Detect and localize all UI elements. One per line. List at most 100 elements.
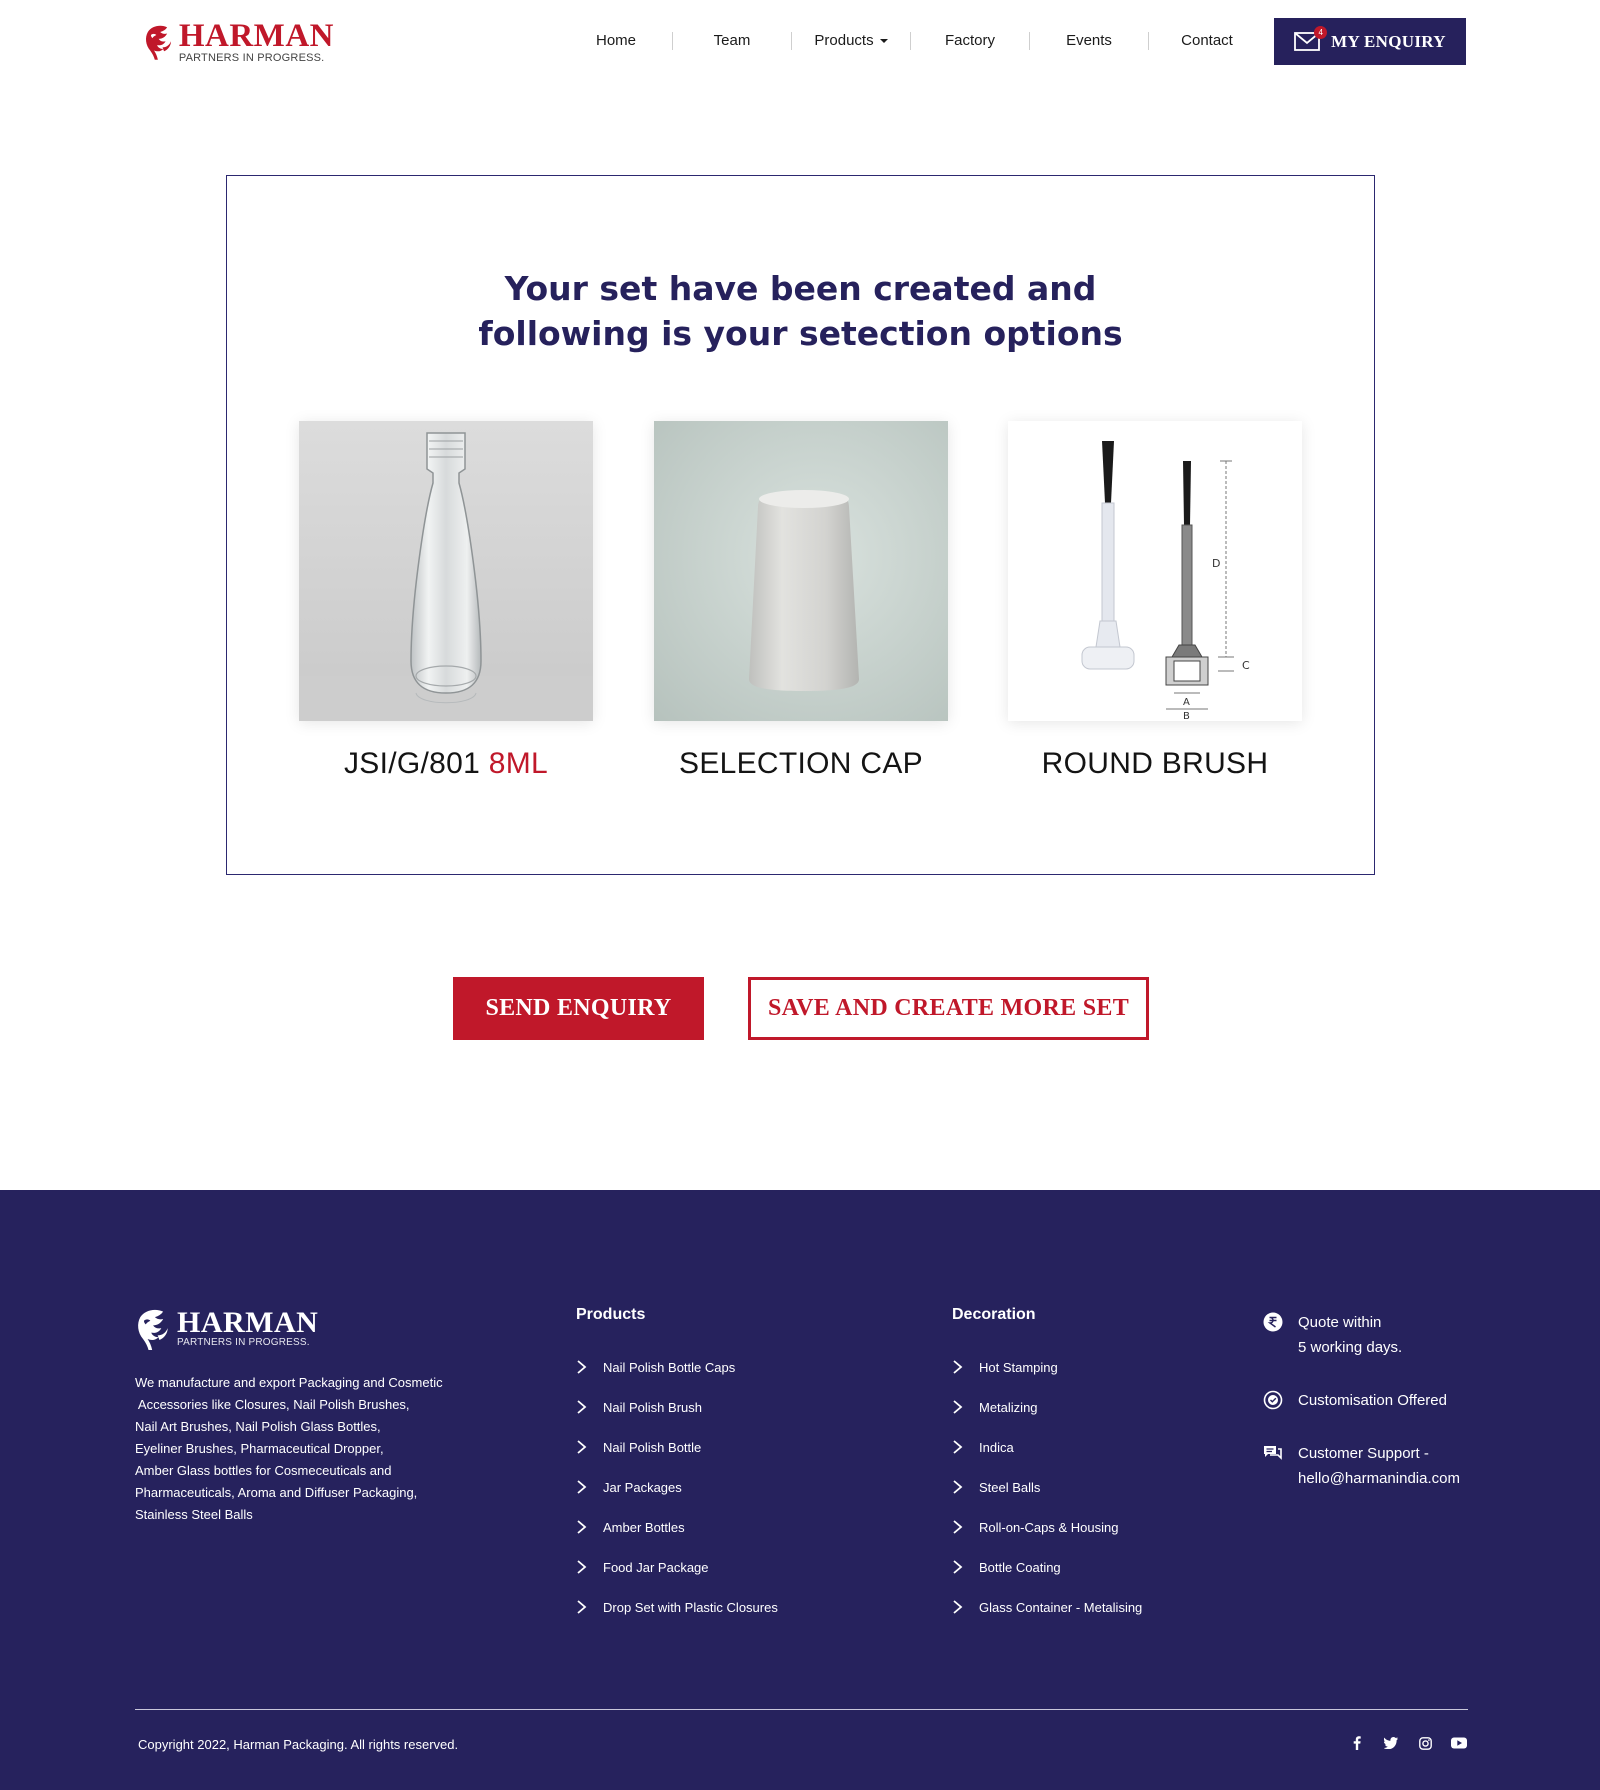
footer-link[interactable]: Steel Balls — [952, 1467, 1142, 1507]
cap-label: SELECTION CAP — [654, 747, 948, 781]
badge-icon — [1263, 1390, 1283, 1410]
footer-link[interactable]: Bottle Coating — [952, 1547, 1142, 1587]
footer-logo-name: HARMAN — [177, 1306, 319, 1339]
dimension-a-label: A — [1183, 697, 1190, 708]
nav-factory-label: Factory — [944, 32, 995, 49]
footer-decoration-heading: Decoration — [952, 1306, 1036, 1323]
footer-products-column: Products Nail Polish Bottle Caps Nail Po… — [576, 1306, 778, 1627]
nav-team[interactable]: Team — [673, 26, 791, 56]
nav-events-label: Events — [1066, 32, 1112, 49]
about-line: We manufacture and export Packaging and … — [135, 1375, 443, 1390]
youtube-icon[interactable] — [1451, 1735, 1467, 1751]
footer-link[interactable]: Roll-on-Caps & Housing — [952, 1507, 1142, 1547]
instagram-icon[interactable] — [1417, 1735, 1433, 1751]
footer-link-label: Roll-on-Caps & Housing — [979, 1519, 1119, 1535]
caret-down-icon — [879, 39, 888, 44]
footer-link[interactable]: Metalizing — [952, 1387, 1142, 1427]
bottle-code: JSI/G/801 — [343, 747, 481, 780]
my-enquiry-button[interactable]: 4 MY ENQUIRY — [1274, 18, 1466, 65]
footer-link-label: Bottle Coating — [979, 1559, 1061, 1575]
footer-logo[interactable]: HARMAN PARTNERS IN PROGRESS. — [135, 1308, 318, 1350]
nav-team-label: Team — [713, 32, 751, 49]
chat-icon — [1264, 1446, 1282, 1460]
footer-link[interactable]: Food Jar Package — [576, 1547, 778, 1587]
nav-home-label: Home — [595, 32, 636, 49]
nav-products-label: Products — [814, 32, 874, 49]
social-links — [1349, 1735, 1467, 1751]
main-nav: Home Team Products Factory Events Contac… — [560, 26, 1265, 56]
bottle-size: 8ML — [488, 747, 548, 780]
chevron-right-icon — [953, 1440, 963, 1454]
envelope-icon-wrap: 4 — [1294, 25, 1328, 53]
footer-link[interactable]: Glass Container - Metalising — [952, 1587, 1142, 1627]
send-enquiry-button[interactable]: SEND ENQUIRY — [453, 977, 704, 1040]
chevron-right-icon — [577, 1520, 587, 1534]
chevron-right-icon — [577, 1400, 587, 1414]
footer-link-label: Drop Set with Plastic Closures — [603, 1599, 778, 1615]
harman-logo[interactable]: HARMAN PARTNERS IN PROGRESS. — [144, 18, 334, 66]
footer-link-label: Indica — [979, 1439, 1014, 1455]
nav-contact-label: Contact — [1181, 32, 1233, 49]
lion-logo-icon — [146, 25, 171, 60]
nav-products[interactable]: Products — [792, 26, 910, 56]
about-line: Amber Glass bottles for Cosmeceuticals a… — [135, 1463, 392, 1478]
about-line: Stainless Steel Balls — [135, 1507, 253, 1522]
about-line: Accessories like Closures, Nail Polish B… — [135, 1397, 410, 1412]
footer-link-label: Nail Polish Bottle Caps — [603, 1359, 736, 1375]
nav-contact[interactable]: Contact — [1149, 26, 1265, 56]
site-footer: HARMAN PARTNERS IN PROGRESS. We manufact… — [0, 1190, 1600, 1790]
selected-bottle-card: JSI/G/801 8ML — [299, 421, 593, 781]
chevron-right-icon — [577, 1480, 587, 1494]
footer-link[interactable]: Hot Stamping — [952, 1347, 1142, 1387]
footer-link[interactable]: Drop Set with Plastic Closures — [576, 1587, 778, 1627]
my-enquiry-label: MY ENQUIRY — [1331, 31, 1446, 51]
about-line: Nail Art Brushes, Nail Polish Glass Bott… — [135, 1419, 381, 1434]
support-info-line1: Customer Support - — [1298, 1445, 1429, 1462]
chevron-right-icon — [577, 1360, 587, 1374]
selection-summary-box: Your set have been created and following… — [226, 175, 1375, 875]
footer-link[interactable]: Jar Packages — [576, 1467, 778, 1507]
dimension-c-label: C — [1242, 659, 1250, 672]
selected-brush-card: D C A B ROUND BRUSH — [1008, 421, 1302, 781]
chevron-right-icon — [953, 1360, 963, 1374]
twitter-icon[interactable] — [1383, 1735, 1399, 1751]
enquiry-count-badge: 4 — [1314, 25, 1328, 39]
chevron-right-icon — [577, 1560, 587, 1574]
brush-diagram-image: D C A B — [1008, 421, 1302, 721]
chevron-right-icon — [953, 1400, 963, 1414]
lion-logo-icon — [138, 1309, 168, 1350]
footer-link[interactable]: Nail Polish Brush — [576, 1387, 778, 1427]
footer-link-label: Amber Bottles — [603, 1519, 685, 1535]
nav-factory[interactable]: Factory — [911, 26, 1029, 56]
cap-image — [654, 421, 948, 721]
nav-events[interactable]: Events — [1030, 26, 1148, 56]
save-and-create-more-set-button[interactable]: SAVE AND CREATE MORE SET — [748, 977, 1149, 1040]
facebook-icon[interactable] — [1349, 1735, 1365, 1751]
footer-link[interactable]: Indica — [952, 1427, 1142, 1467]
customisation-info: Customisation Offered — [1263, 1388, 1493, 1413]
footer-link[interactable]: Amber Bottles — [576, 1507, 778, 1547]
footer-link[interactable]: Nail Polish Bottle Caps — [576, 1347, 778, 1387]
chevron-right-icon — [953, 1600, 963, 1614]
chevron-right-icon — [577, 1600, 587, 1614]
quote-info-line2: 5 working days. — [1298, 1339, 1403, 1356]
quote-info-line1: Quote within — [1298, 1314, 1382, 1331]
footer-link-label: Nail Polish Brush — [603, 1399, 702, 1415]
dimension-b-label: B — [1183, 711, 1190, 721]
selection-title: Your set have been created and following… — [227, 266, 1374, 356]
rupee-icon — [1263, 1312, 1283, 1332]
footer-link-label: Food Jar Package — [603, 1559, 709, 1575]
support-info[interactable]: Customer Support - hello@harmanindia.com — [1263, 1441, 1493, 1491]
footer-link-label: Steel Balls — [979, 1479, 1041, 1495]
footer-link[interactable]: Nail Polish Bottle — [576, 1427, 778, 1467]
support-email[interactable]: hello@harmanindia.com — [1298, 1466, 1460, 1491]
bottle-label: JSI/G/801 8ML — [299, 747, 593, 781]
footer-link-label: Glass Container - Metalising — [979, 1599, 1143, 1615]
footer-link-label: Metalizing — [979, 1399, 1038, 1415]
chevron-right-icon — [953, 1520, 963, 1534]
site-header: HARMAN PARTNERS IN PROGRESS. Home Team P… — [0, 0, 1600, 82]
nav-home[interactable]: Home — [560, 26, 672, 56]
logo-name: HARMAN — [178, 17, 334, 54]
quote-info: Quote within 5 working days. — [1263, 1310, 1493, 1360]
footer-link-label: Nail Polish Bottle — [603, 1439, 702, 1455]
